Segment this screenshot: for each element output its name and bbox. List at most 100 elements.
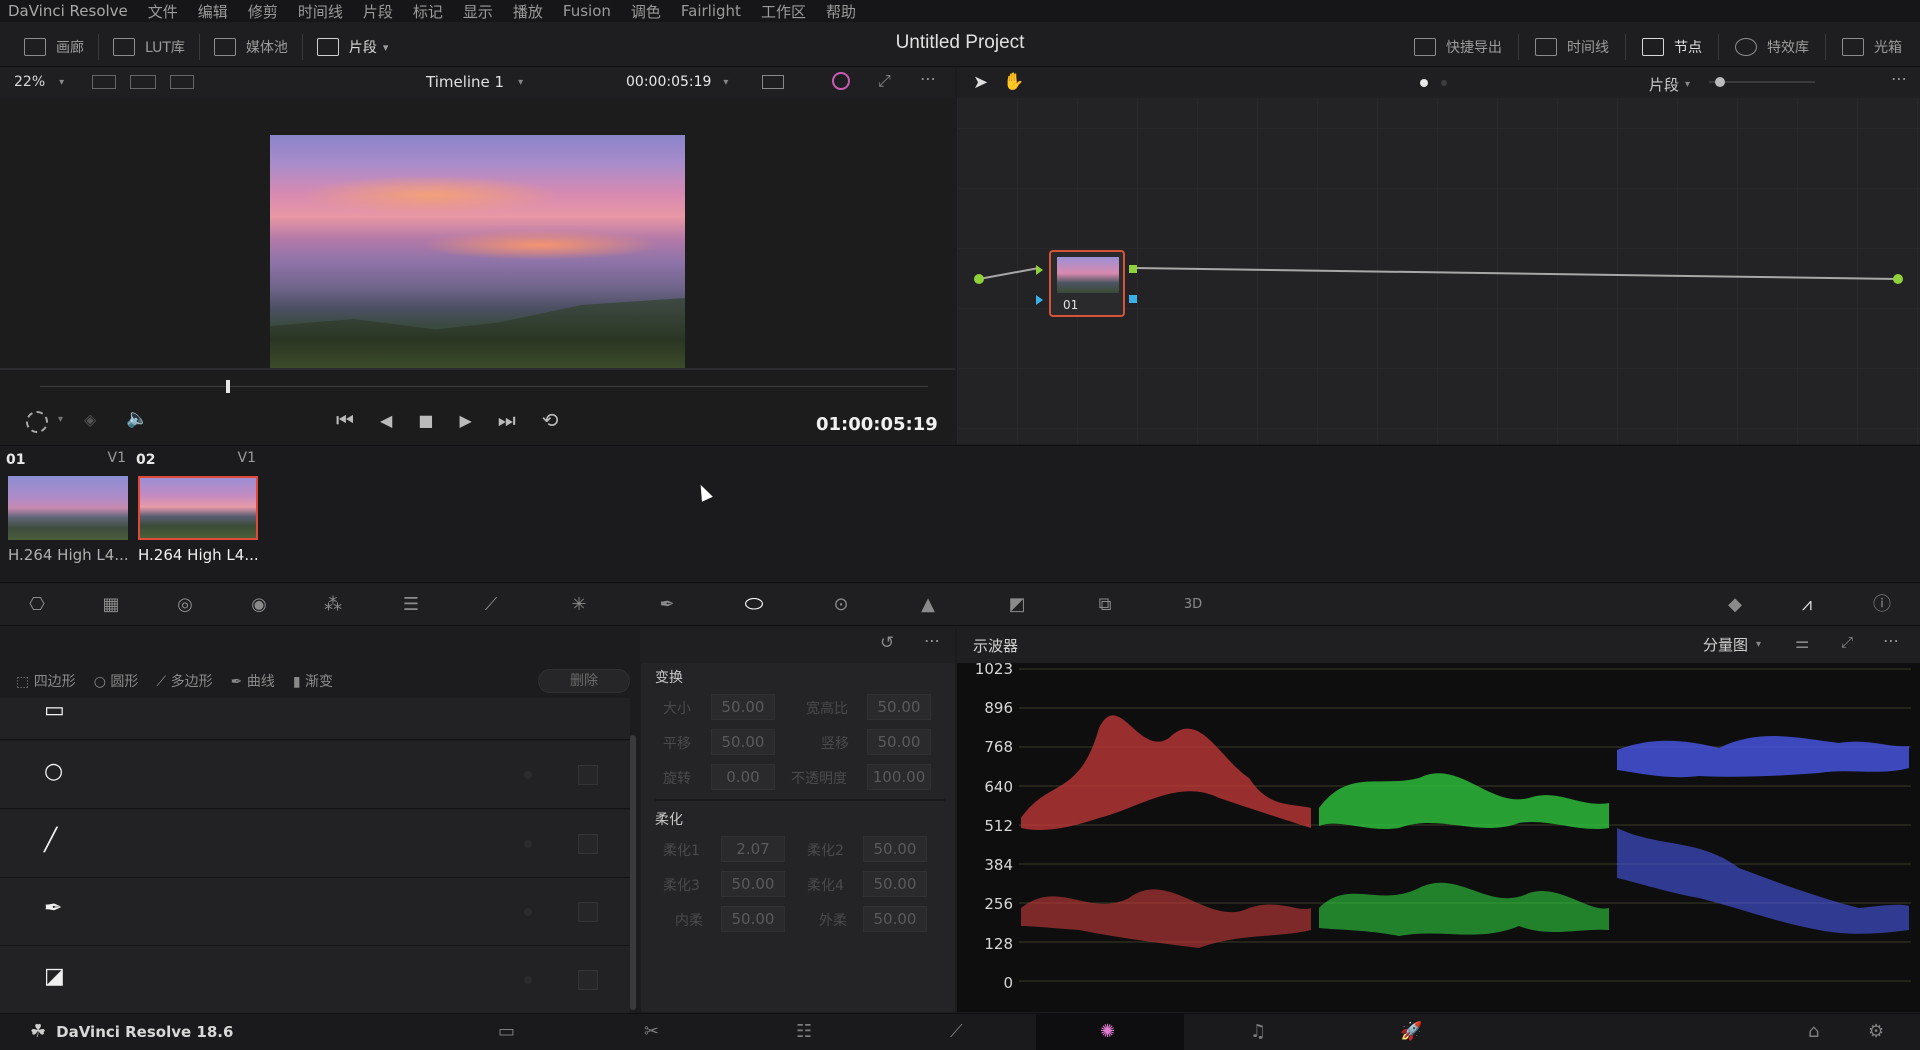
hdr-icon[interactable]: ◉ (248, 594, 270, 616)
camera-raw-icon[interactable]: ⎔ (26, 594, 48, 616)
play-reverse-icon[interactable]: ◀ (380, 411, 392, 430)
window-row-circle[interactable]: ○ (0, 741, 630, 809)
hand-icon[interactable]: ✋ (1003, 72, 1024, 92)
node-output-port[interactable] (1129, 265, 1137, 273)
play-icon[interactable]: ▶ (459, 411, 471, 430)
more-options-icon[interactable]: ⋯ (1891, 69, 1907, 88)
cut-page-icon[interactable]: ✂ (644, 1021, 659, 1042)
window-invert-checkbox[interactable] (578, 834, 598, 854)
home-icon[interactable]: ⌂ (1808, 1021, 1819, 1042)
tracker-icon[interactable]: ⊙ (830, 594, 852, 616)
tilt-field[interactable]: 50.00 (867, 729, 931, 755)
output-port[interactable] (1893, 274, 1903, 284)
color-page-tab[interactable]: ✺ (1036, 1013, 1184, 1050)
stop-icon[interactable]: ■ (418, 411, 433, 430)
video-frame[interactable] (270, 135, 685, 368)
pointer-icon[interactable]: ➤ (973, 72, 988, 93)
inside-soft-field[interactable]: 50.00 (721, 906, 785, 932)
gradient-window-tool[interactable]: ▮ 渐变 (293, 671, 333, 691)
input-port[interactable] (974, 274, 984, 284)
window-toggle[interactable] (524, 840, 532, 848)
wipe-viewer-icon[interactable] (170, 75, 194, 89)
window-toggle[interactable] (524, 908, 532, 916)
color-match-icon[interactable]: ▦ (100, 594, 122, 616)
scope-settings-icon[interactable]: ⚌ (1795, 633, 1809, 652)
window-icon[interactable]: ⬭ (743, 594, 765, 616)
color-wheels-icon[interactable]: ◎ (174, 594, 196, 616)
circle-window-tool[interactable]: ○ 圆形 (94, 671, 139, 691)
soft4-field[interactable]: 50.00 (863, 871, 927, 897)
window-list-scrollbar[interactable] (630, 735, 636, 1010)
menu-item-file[interactable]: 文件 (148, 1, 178, 22)
fusion-page-icon[interactable]: ⟋ (950, 1021, 963, 1042)
magic-mask-icon[interactable]: ▲ (917, 594, 939, 616)
menu-item-view[interactable]: 显示 (463, 1, 493, 22)
menu-item-color[interactable]: 调色 (631, 1, 661, 22)
menu-item-mark[interactable]: 标记 (413, 1, 443, 22)
reset-icon[interactable]: ↺ (880, 633, 894, 653)
rgb-mixer-icon[interactable]: ⁂ (322, 594, 344, 616)
aspect-field[interactable]: 50.00 (867, 694, 931, 720)
menu-item-edit[interactable]: 编辑 (198, 1, 228, 22)
opacity-field[interactable]: 100.00 (867, 764, 931, 790)
layers-icon[interactable]: ◈ (84, 410, 96, 429)
window-toggle[interactable] (524, 976, 532, 984)
menu-item-fusion[interactable]: Fusion (563, 2, 611, 20)
color-node[interactable]: 01 (1049, 250, 1125, 317)
window-row-polygon[interactable]: ╱ (0, 810, 630, 878)
fullscreen-icon[interactable]: ⤢ (878, 71, 891, 91)
quad-window-tool[interactable]: ⬚ 四边形 (16, 671, 76, 691)
curves-icon[interactable]: ⟋ (480, 594, 502, 616)
key-icon[interactable]: ⧉ (1094, 594, 1116, 616)
page-dot[interactable] (1441, 80, 1447, 86)
menu-item-clip[interactable]: 片段 (363, 1, 393, 22)
window-invert-checkbox[interactable] (578, 970, 598, 990)
overlay-icon[interactable] (26, 411, 48, 433)
outside-soft-field[interactable]: 50.00 (863, 906, 927, 932)
window-invert-checkbox[interactable] (578, 765, 598, 785)
soft1-field[interactable]: 2.07 (721, 836, 785, 862)
menu-item-fairlight[interactable]: Fairlight (681, 2, 741, 20)
split-viewer-icon[interactable] (130, 75, 156, 89)
menu-app[interactable]: DaVinci Resolve (8, 2, 128, 20)
window-row-quad[interactable]: ▭ (0, 698, 630, 740)
window-invert-checkbox[interactable] (578, 902, 598, 922)
edit-page-icon[interactable]: ☷ (796, 1021, 812, 1042)
volume-icon[interactable]: 🔈 (126, 408, 148, 429)
source-timecode[interactable]: 00:00:05:19 ▾ (626, 74, 728, 90)
keyframes-icon[interactable]: ◆ (1724, 594, 1746, 616)
size-field[interactable]: 50.00 (711, 694, 775, 720)
single-viewer-icon[interactable] (92, 75, 116, 89)
soft3-field[interactable]: 50.00 (721, 871, 785, 897)
blur-icon[interactable]: ◩ (1006, 594, 1028, 616)
scope-mode-dropdown[interactable]: 分量图 ▾ (1703, 634, 1761, 655)
timeline-selector[interactable]: Timeline 1 ▾ (426, 73, 523, 91)
window-row-curve[interactable]: ✒ (0, 878, 630, 946)
page-dot[interactable] (1420, 79, 1428, 87)
settings-gear-icon[interactable]: ⚙ (1868, 1021, 1884, 1042)
chevron-down-icon[interactable]: ▾ (58, 414, 63, 425)
scrub-track[interactable] (40, 386, 928, 387)
polygon-window-tool[interactable]: ⟋ 多边形 (156, 671, 212, 691)
node-zoom-handle[interactable] (1715, 77, 1725, 87)
color-picker-icon[interactable] (832, 72, 850, 90)
delete-button[interactable]: 删除 (538, 669, 630, 693)
motion-effects-icon[interactable]: ☰ (400, 594, 422, 616)
menu-item-timeline[interactable]: 时间线 (298, 1, 343, 22)
scopes-icon[interactable]: ⩘ (1796, 594, 1818, 616)
qualifier-icon[interactable]: ✒ (656, 594, 678, 616)
color-warper-icon[interactable]: ✳ (568, 594, 590, 616)
display-mode-icon[interactable] (762, 75, 784, 89)
jump-end-icon[interactable]: ⏭ (498, 408, 516, 432)
more-options-icon[interactable]: ⋯ (920, 69, 936, 88)
zoom-dropdown[interactable]: 22% ▾ (14, 74, 64, 90)
rotate-field[interactable]: 0.00 (711, 764, 775, 790)
jump-start-icon[interactable]: ⏮ (336, 408, 354, 432)
menu-item-playback[interactable]: 播放 (513, 1, 543, 22)
curve-window-tool[interactable]: ✒ 曲线 (231, 671, 275, 691)
node-key-output-port[interactable] (1129, 295, 1137, 303)
clip-thumbnail-2[interactable]: 02 V1 H.264 High L4... (130, 446, 260, 581)
more-options-icon[interactable]: ⋯ (1883, 631, 1899, 650)
window-toggle[interactable] (524, 771, 532, 779)
window-row-gradient[interactable]: ◪ (0, 946, 630, 1014)
